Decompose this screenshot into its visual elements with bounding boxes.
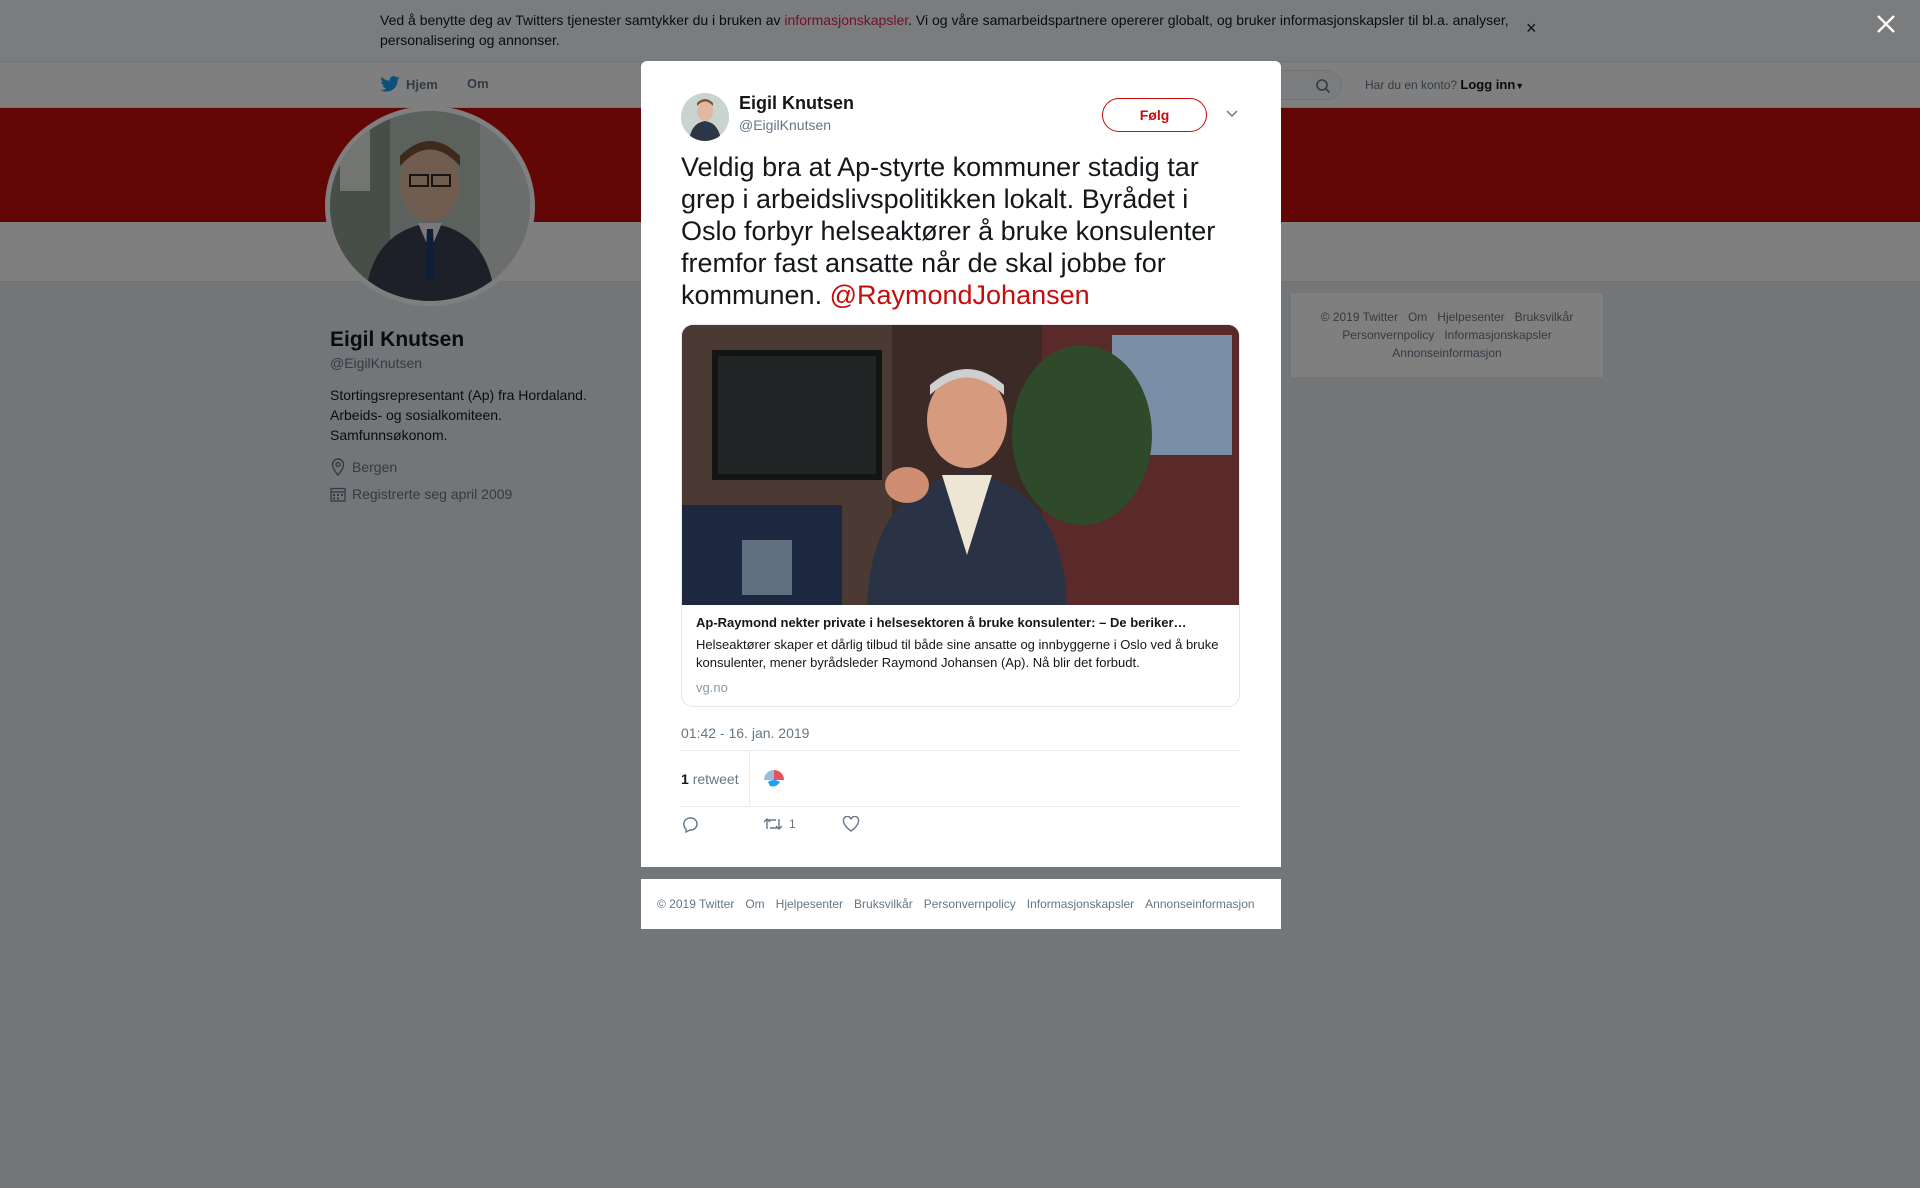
heart-icon <box>842 816 860 832</box>
divider <box>749 751 750 806</box>
divider <box>681 806 1241 807</box>
retweet-button[interactable]: 1 <box>763 813 796 835</box>
footer-link-privacy[interactable]: Personvernpolicy <box>924 897 1016 911</box>
card-title[interactable]: Ap-Raymond nekter private i helsesektore… <box>696 615 1226 630</box>
footer-link-cookies[interactable]: Informasjonskapsler <box>1027 897 1134 911</box>
tweet-text: Veldig bra at Ap-styrte kommuner stadig … <box>681 152 1216 310</box>
card-image[interactable] <box>682 325 1239 605</box>
retweet-stat[interactable]: 1 retweet <box>681 771 739 787</box>
tweet-author-handle[interactable]: @EigilKnutsen <box>739 117 831 133</box>
mention-link[interactable]: @RaymondJohansen <box>830 280 1090 310</box>
reply-icon <box>683 817 698 833</box>
divider <box>681 750 1241 751</box>
footer-link-terms[interactable]: Bruksvilkår <box>854 897 913 911</box>
modal-footer: © 2019 Twitter Om Hjelpesenter Bruksvilk… <box>641 879 1281 929</box>
tweet-author-name[interactable]: Eigil Knutsen <box>739 93 854 114</box>
card-domain: vg.no <box>696 680 728 695</box>
tweet-modal: Eigil Knutsen @EigilKnutsen Følg Veldig … <box>641 61 1281 867</box>
avatar-photo <box>681 93 729 141</box>
chevron-down-icon[interactable] <box>1225 109 1239 119</box>
footer-link-about[interactable]: Om <box>745 897 764 911</box>
retweeter-photo <box>762 768 786 792</box>
tweet-timestamp[interactable]: 01:42 - 16. jan. 2019 <box>681 725 809 741</box>
footer-link-ads[interactable]: Annonseinformasjon <box>1145 897 1254 911</box>
footer-copyright: © 2019 Twitter <box>657 897 735 911</box>
link-card[interactable]: Ap-Raymond nekter private i helsesektore… <box>681 324 1240 707</box>
retweet-count: 1 <box>789 817 796 831</box>
retweet-icon <box>763 818 783 830</box>
footer-link-help[interactable]: Hjelpesenter <box>776 897 843 911</box>
like-button[interactable] <box>842 813 860 835</box>
retweeter-avatar[interactable] <box>762 768 786 792</box>
card-description: Helseaktører skaper et dårlig tilbud til… <box>696 637 1219 670</box>
tweet-author-avatar[interactable] <box>681 93 729 141</box>
follow-button[interactable]: Følg <box>1102 98 1207 132</box>
card-photo <box>682 325 1239 605</box>
reply-button[interactable] <box>681 813 699 835</box>
close-icon[interactable] <box>1874 12 1898 36</box>
